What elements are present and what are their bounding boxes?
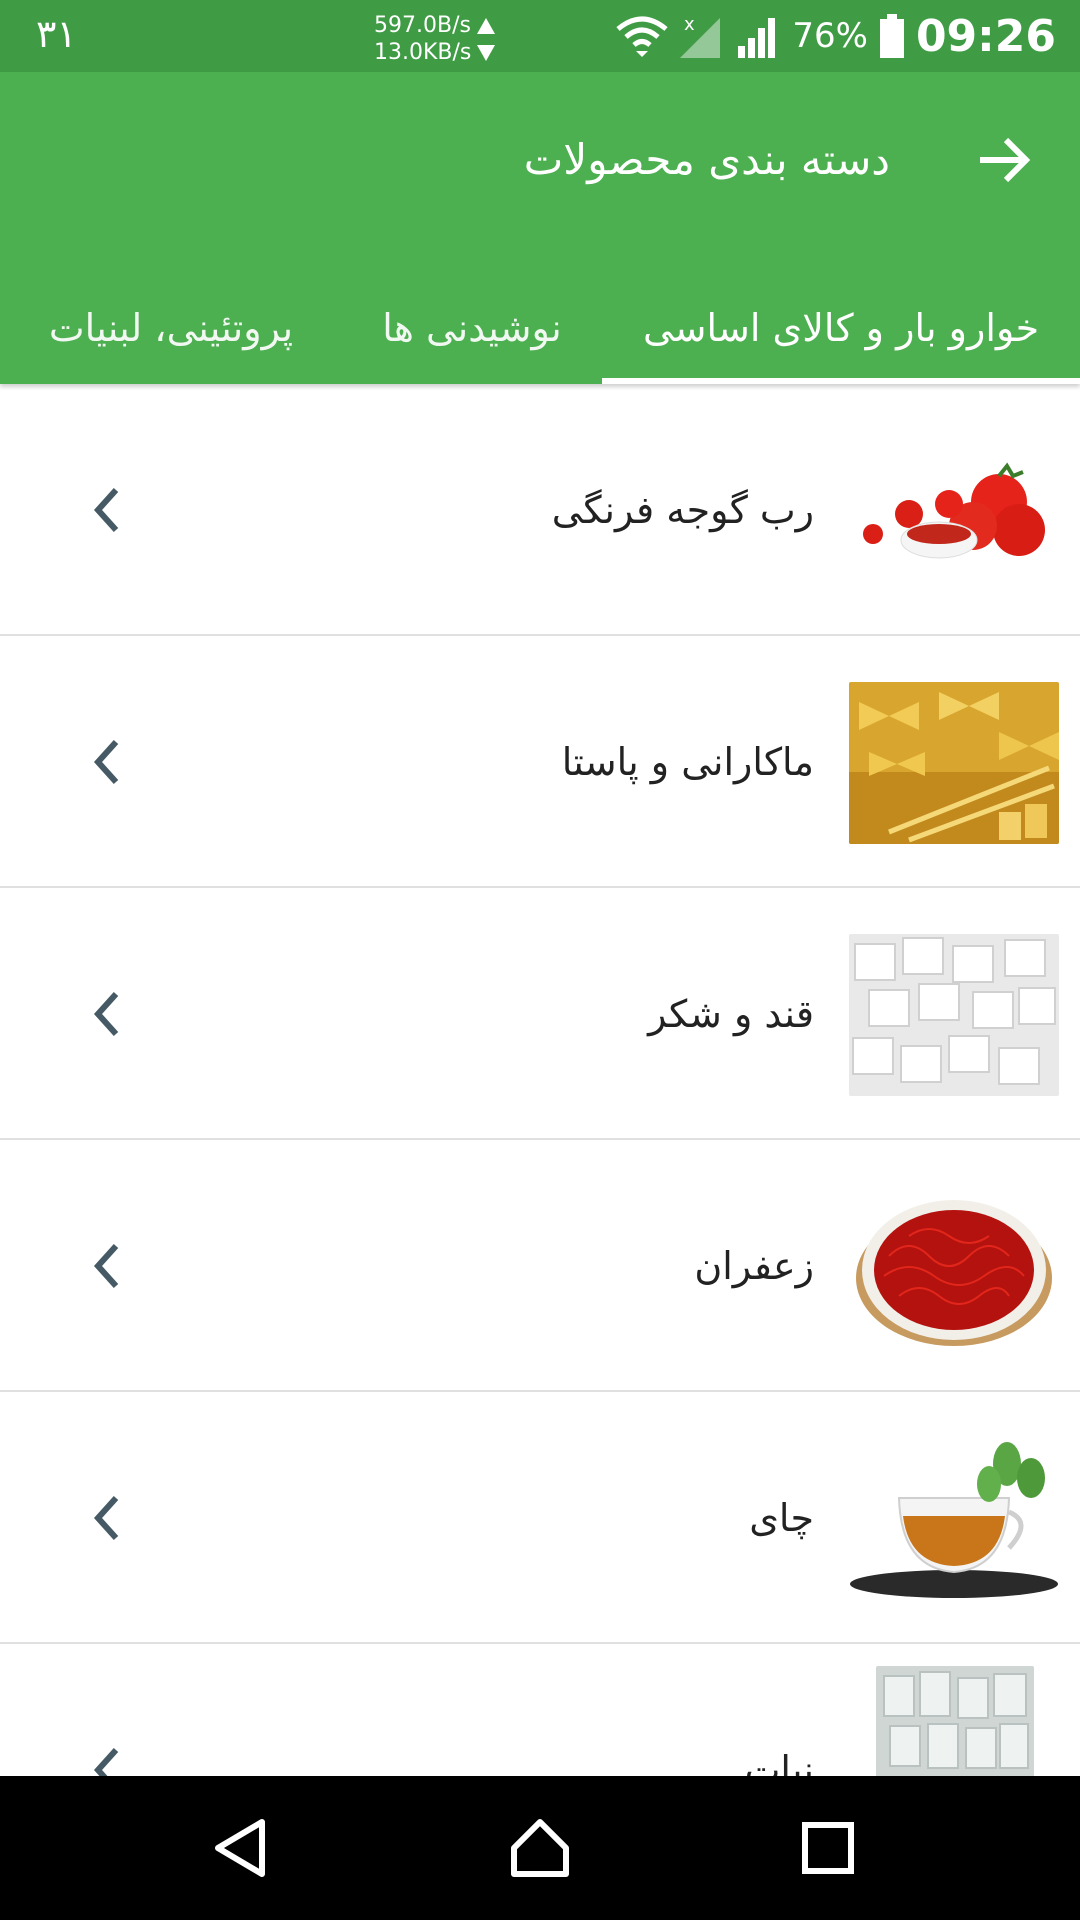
status-notification-number: ۳۱ bbox=[36, 12, 77, 56]
sugar-cubes-image bbox=[849, 934, 1059, 1096]
list-item[interactable]: رب گوجه فرنگی bbox=[0, 384, 1080, 636]
status-bar: ۳۱ 597.0B/s 13.0KB/s x 76% 09:26 bbox=[0, 0, 1080, 72]
tab-protein-dairy[interactable]: پروتئینی، لبنیات bbox=[20, 272, 322, 384]
item-label: زعفران bbox=[694, 1244, 814, 1288]
chevron-left-icon bbox=[93, 1243, 119, 1289]
signal-icon bbox=[738, 18, 776, 58]
svg-text:x: x bbox=[684, 14, 695, 35]
tab-beverages[interactable]: نوشیدنی ها bbox=[352, 272, 592, 384]
app-bar: دسته بندی محصولات خوارو بار و کالای اساس… bbox=[0, 72, 1080, 384]
item-label: چای bbox=[749, 1496, 814, 1540]
chevron-left-icon bbox=[93, 1495, 119, 1541]
tea-image bbox=[849, 1438, 1059, 1600]
nav-back-button[interactable] bbox=[196, 1804, 284, 1892]
saffron-image bbox=[849, 1186, 1059, 1348]
item-label: ماکارانی و پاستا bbox=[561, 740, 814, 784]
recents-square-icon bbox=[802, 1822, 854, 1874]
item-label: قند و شکر bbox=[648, 992, 814, 1036]
nav-recents-button[interactable] bbox=[784, 1804, 872, 1892]
home-icon bbox=[511, 1819, 569, 1877]
list-item[interactable]: ماکارانی و پاستا bbox=[0, 636, 1080, 888]
back-button[interactable] bbox=[968, 124, 1040, 196]
back-triangle-icon bbox=[215, 1819, 265, 1877]
download-speed: 13.0KB/s bbox=[374, 40, 472, 65]
category-tabs: خوارو بار و کالای اساسی نوشیدنی ها پروتئ… bbox=[0, 272, 1080, 384]
tab-staples[interactable]: خوارو بار و کالای اساسی bbox=[602, 272, 1080, 384]
rock-candy-image bbox=[876, 1666, 1034, 1776]
item-label: رب گوجه فرنگی bbox=[551, 488, 814, 532]
upload-speed: 597.0B/s bbox=[374, 13, 471, 38]
battery-icon bbox=[879, 14, 904, 58]
system-nav-bar bbox=[0, 1776, 1080, 1920]
network-speed: 597.0B/s 13.0KB/s bbox=[374, 12, 496, 66]
download-arrow-icon bbox=[477, 44, 496, 61]
wifi-icon bbox=[616, 16, 668, 57]
chevron-left-icon bbox=[93, 739, 119, 785]
chevron-left-icon bbox=[93, 1747, 119, 1776]
clock: 09:26 bbox=[915, 10, 1056, 62]
arrow-right-icon bbox=[980, 137, 1031, 183]
chevron-left-icon bbox=[93, 487, 119, 533]
page-title: دسته بندی محصولات bbox=[523, 135, 890, 184]
list-item[interactable]: قند و شکر bbox=[0, 888, 1080, 1140]
signal-no-sim-icon: x bbox=[680, 14, 721, 58]
tomato-paste-image bbox=[849, 430, 1059, 592]
battery-percent: 76% bbox=[792, 16, 868, 56]
pasta-image bbox=[849, 682, 1059, 844]
nav-home-button[interactable] bbox=[496, 1804, 584, 1892]
category-list: رب گوجه فرنگی ماکارانی و پاستا قند و شکر… bbox=[0, 384, 1080, 1776]
list-item[interactable]: نبات bbox=[0, 1644, 1080, 1776]
list-item[interactable]: چای bbox=[0, 1392, 1080, 1644]
upload-arrow-icon bbox=[476, 17, 495, 34]
chevron-left-icon bbox=[93, 991, 119, 1037]
item-label: نبات bbox=[744, 1748, 814, 1776]
list-item[interactable]: زعفران bbox=[0, 1140, 1080, 1392]
